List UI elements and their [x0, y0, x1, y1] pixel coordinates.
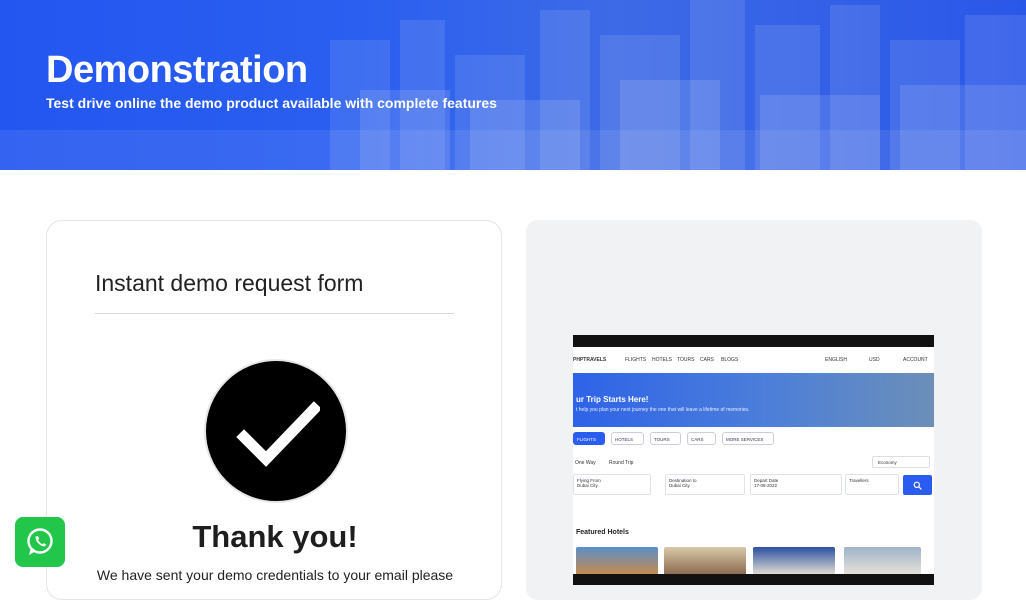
whatsapp-icon: [27, 528, 53, 555]
preview-tab-tours: TOURS: [650, 432, 681, 445]
preview-nav-hotels: HOTELS: [652, 357, 673, 363]
preview-cabin-select: Economy: [872, 456, 930, 468]
preview-headline: ur Trip Starts Here!: [576, 395, 649, 404]
confirmation-message: We have sent your demo credentials to yo…: [96, 567, 454, 583]
preview-date-value: 17-08-2022: [754, 483, 778, 488]
preview-tab-cars: CARS: [687, 432, 716, 445]
preview-from-value: Dubai City: [577, 483, 598, 488]
preview-nav-flights: FLIGHTS: [625, 357, 647, 363]
preview-tagline: t help you plan your next journey the on…: [576, 407, 750, 413]
preview-brand: PHPTRAVELS: [573, 357, 607, 363]
preview-top-bar: [573, 335, 934, 347]
whatsapp-button[interactable]: [15, 517, 65, 567]
thank-you-heading: Thank you!: [192, 519, 358, 554]
search-icon: [913, 481, 922, 490]
preview-travellers-field: Travellers: [845, 474, 899, 495]
preview-tab-flights: FLIGHTS: [573, 432, 605, 445]
page-title: Demonstration: [46, 49, 308, 91]
preview-currency: USD: [869, 357, 880, 363]
preview-navbar: PHPTRAVELS FLIGHTS HOTELS TOURS CARS BLO…: [573, 347, 934, 373]
product-preview-panel: PHPTRAVELS FLIGHTS HOTELS TOURS CARS BLO…: [526, 220, 982, 600]
preview-hotel-thumb: [664, 547, 746, 575]
preview-bottom-bar: [573, 574, 934, 585]
preview-hotel-thumb: [576, 547, 658, 575]
hero-banner: Demonstration Test drive online the demo…: [0, 0, 1026, 170]
form-title: Instant demo request form: [95, 270, 364, 296]
preview-nav-tours: TOURS: [677, 357, 695, 363]
preview-search-button: [903, 475, 932, 495]
preview-to-value: Dubai City: [669, 483, 690, 488]
success-badge: [204, 359, 348, 503]
preview-date-field: Depart Date 17-08-2022: [750, 474, 842, 495]
preview-account: ACCOUNT: [903, 357, 928, 363]
title-divider: [95, 313, 454, 314]
preview-tab-more: MORE SERVICES: [722, 432, 774, 445]
preview-hero: ur Trip Starts Here! t help you plan you…: [573, 373, 934, 427]
preview-to-field: Destination to Dubai City: [665, 474, 745, 495]
preview-featured-heading: Featured Hotels: [576, 529, 629, 536]
preview-tab-hotels: HOTELS: [611, 432, 644, 445]
preview-hotel-thumb: [844, 547, 921, 575]
demo-request-card: Instant demo request form Thank you! We …: [46, 220, 502, 600]
preview-tabs: FLIGHTS HOTELS TOURS CARS MORE SERVICES: [573, 432, 934, 446]
preview-nav-cars: CARS: [700, 357, 714, 363]
preview-from-field: Flying From Dubai City: [573, 474, 651, 495]
preview-nav-blogs: BLOGS: [721, 357, 739, 363]
page-subtitle: Test drive online the demo product avail…: [46, 95, 497, 111]
preview-trip-oneway: One Way: [575, 460, 596, 466]
checkmark-icon: [236, 401, 320, 467]
preview-trip-round: Round Trip: [609, 460, 634, 466]
preview-language: ENGLISH: [825, 357, 847, 363]
preview-hotel-thumb: [753, 547, 835, 575]
product-screenshot: PHPTRAVELS FLIGHTS HOTELS TOURS CARS BLO…: [573, 335, 934, 585]
